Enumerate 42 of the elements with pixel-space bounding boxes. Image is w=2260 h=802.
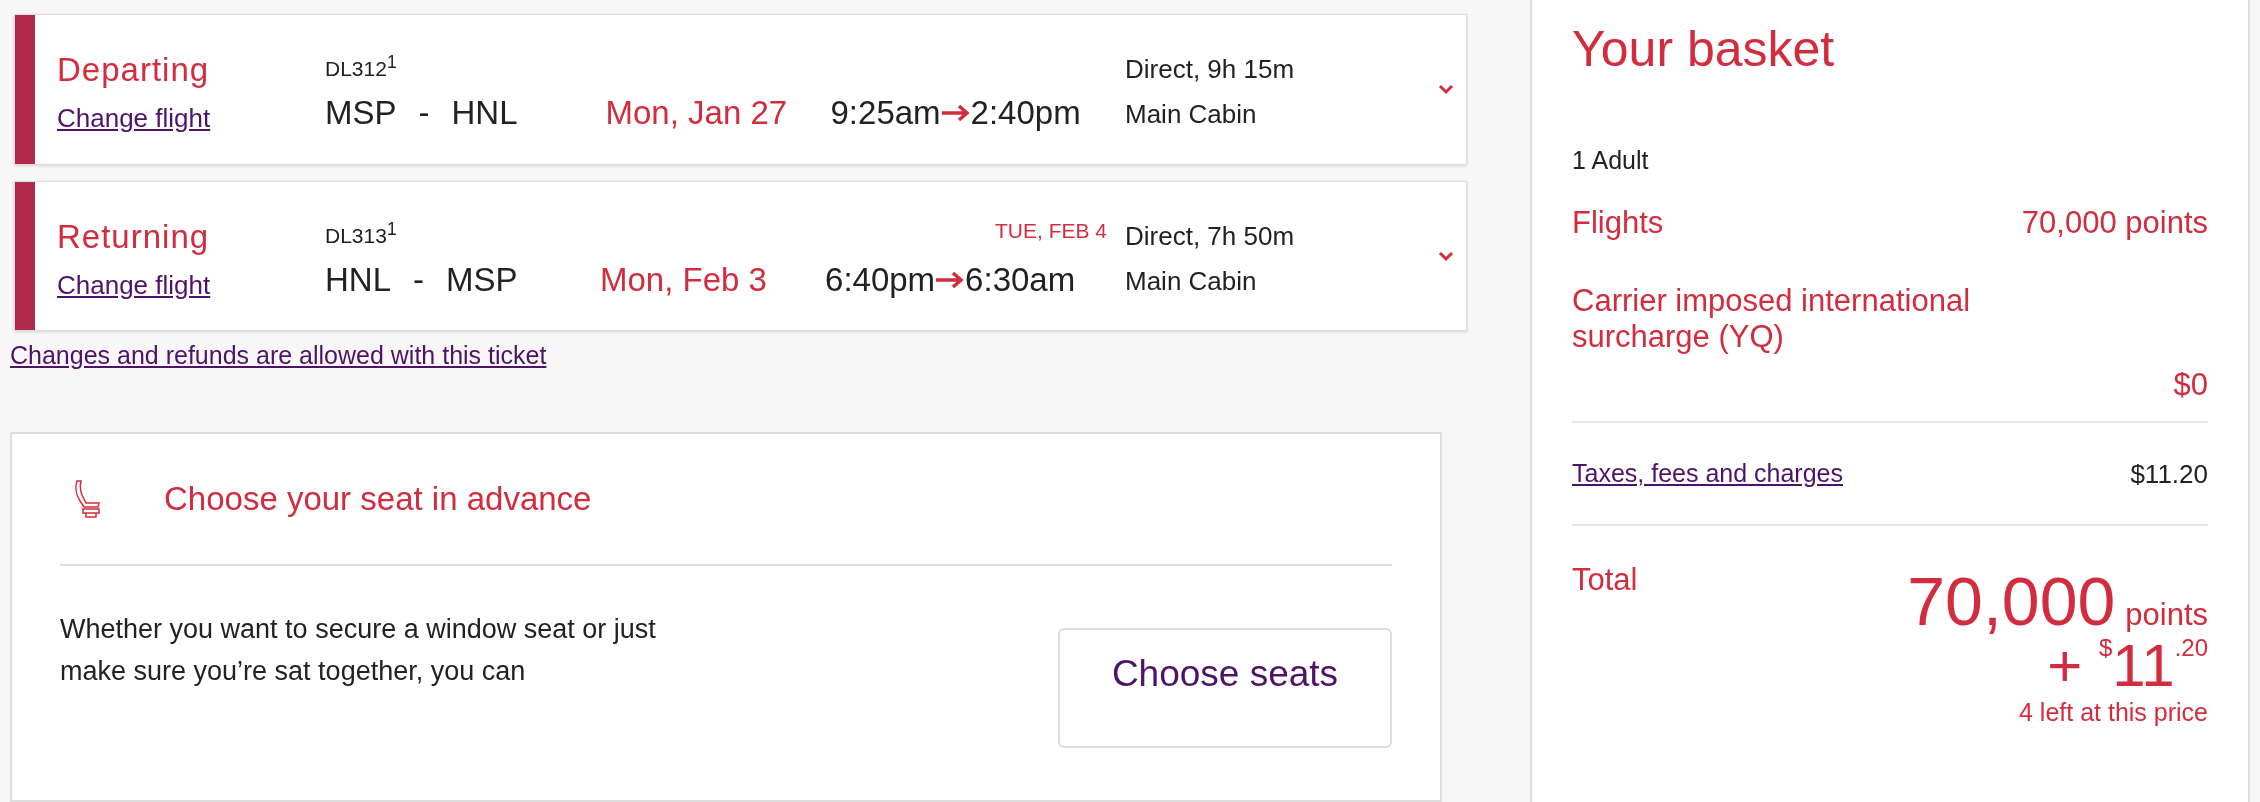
flight-number: DL312$^{1}$: [325, 52, 397, 81]
refund-policy-link[interactable]: Changes and refunds are allowed with this ticket: [10, 341, 547, 371]
departure-time: 6:40pm: [825, 261, 936, 299]
arrow-icon: [935, 270, 966, 290]
route-separator: -: [413, 261, 425, 299]
choose-seats-button[interactable]: Choose seats: [1058, 628, 1392, 749]
departure-time: 9:25am: [830, 94, 941, 133]
flight-date: Mon, Jan 27: [605, 94, 789, 133]
chevron-icon[interactable]: [1437, 250, 1454, 262]
flight-duration: Direct, 7h 50m: [1125, 221, 1296, 252]
arrow-icon: [940, 103, 971, 124]
flight-number: DL313$^{1}$: [325, 219, 397, 247]
flights-price: 70,000 points: [2021, 205, 2208, 241]
flight-duration: Direct, 9h 15m: [1125, 54, 1296, 86]
basket-title: Your basket: [1572, 20, 1836, 78]
surcharge-price: $0: [2173, 367, 2208, 403]
arrival-date-note: TUE, FEB 4: [994, 219, 1108, 244]
seat-description: Whether you want to secure a window seat or just make sure you’re sat together, you can: [60, 613, 657, 689]
cabin-class: Main Cabin: [1125, 266, 1258, 297]
flights-label: Flights: [1572, 205, 1664, 241]
total-label: Total: [1572, 562, 1638, 598]
surcharge-label: Carrier imposed international surcharge (YQ): [1572, 283, 1972, 355]
change-flight-link[interactable]: Change flight: [57, 269, 211, 301]
flight-direction: Departing: [57, 50, 211, 89]
passenger-count: 1 Adult: [1572, 146, 1650, 175]
origin-airport: MSP: [325, 94, 397, 133]
points-unit: points: [2125, 597, 2208, 633]
arrival-time: 6:30am: [965, 261, 1076, 299]
cabin-class: Main Cabin: [1125, 99, 1258, 131]
flight-date: Mon, Feb 3: [600, 261, 768, 299]
taxes-link[interactable]: Taxes, fees and charges: [1572, 459, 1843, 488]
origin-airport: HNL: [325, 261, 392, 299]
flight-direction: Returning: [57, 217, 211, 256]
route-separator: -: [418, 94, 430, 133]
arrival-time: 2:40pm: [970, 94, 1081, 133]
seat-card-title: Choose your seat in advance: [164, 480, 592, 519]
destination-airport: HNL: [451, 94, 519, 133]
availability-note: 4 left at this price: [2019, 698, 2208, 727]
taxes-price: $11.20: [2130, 459, 2208, 490]
change-flight-link[interactable]: Change flight: [57, 102, 211, 134]
chevron-icon[interactable]: [1437, 83, 1454, 96]
destination-airport: MSP: [446, 261, 519, 299]
